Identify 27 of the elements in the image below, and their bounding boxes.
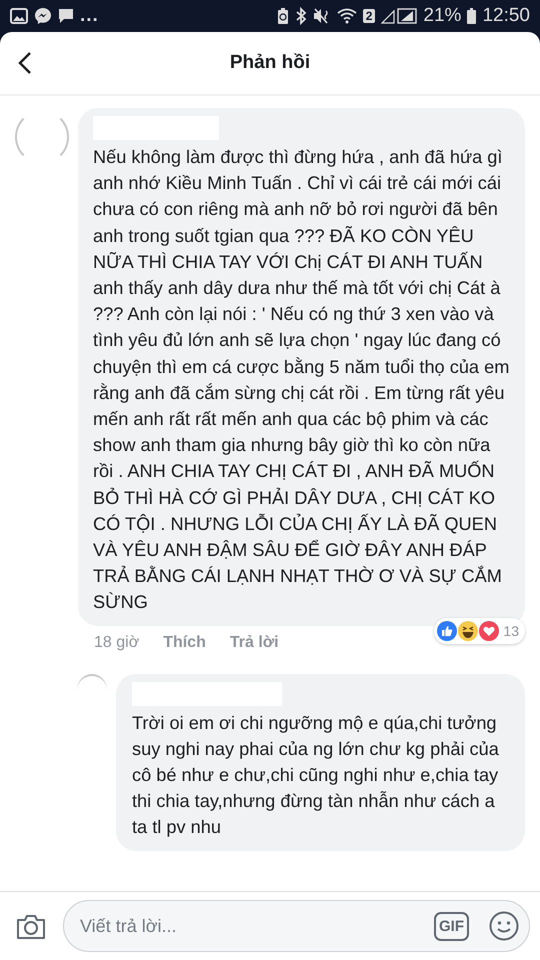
- comment-text: Nếu không làm được thì đừng hứa , anh đã hứa gì anh nhớ Kiều Minh Tuấn . Chỉ vì cái trẻ cái mới cái chưa có con riêng mà anh nỡ bỏ rơi người đã bên anh trong suốt tgian qua ??? ĐÃ KO CÒN YÊU NỮA THÌ CHIA TAY VỚI Chị CÁT ĐI ANH TUẤN anh thấy anh dây dưa như thế mà tốt với chị Cát à ??? Anh còn lại nói : ' Nếu có ng thứ 3 xen vào và tình yêu đủ lớn anh sẽ lựa chọn ' ngay lúc đang có chuyện thì em cá cược bằng 5 năm tuổi thọ của em rằng anh đã cắm sừng chị cát rồi . Em từng rất yêu mến anh rất rất mến anh qua các bộ phim và các show anh tham gia nhưng bây giờ thì ko còn nữa rồi . ANH CHIA TAY CHỊ CÁT ĐI , ANH ĐÃ MUỐN BỎ THÌ HÀ CỚ GÌ PHẢI DÂY DƯA , CHỊ CÁT KO CÓ TỘI . NHƯNG LỖI CỦA CHỊ ẤY LÀ ĐÃ QUEN VÀ YÊU ANH ĐẬM SÂU ĐỂ GIỜ ĐÂY ANH ĐÁP TRẢ BẰNG CÁI LẠNH NHẠT THỜ Ơ VÀ SỰ CẮM SỪNG: [93, 146, 510, 614]
- chat-icon: [58, 8, 74, 24]
- like-reaction-icon: [437, 620, 458, 641]
- battery-saver-icon: [276, 7, 289, 25]
- smiley-icon[interactable]: [489, 911, 519, 941]
- gif-button[interactable]: GIF: [434, 912, 469, 940]
- signal-icon: [381, 8, 418, 24]
- reply-text: Trời oi em ơi chi ngưỡng mộ e qúa,chi tưởng suy nghi nay phai của ng lớn chư kg phải của cô bé như e chư,chi cũng nghi như e,chia tay thi chia tay,nhưng đừng tàn nhẫn như cách a ta tl pv nhu: [132, 712, 500, 840]
- camera-icon[interactable]: [16, 912, 46, 940]
- reaction-summary[interactable]: 13: [434, 618, 525, 644]
- more-notifications: ...: [80, 5, 99, 27]
- heart-reaction-icon: [479, 620, 500, 641]
- bluetooth-icon: [294, 7, 307, 25]
- battery-icon: [467, 8, 476, 24]
- like-link[interactable]: Thích: [163, 634, 206, 652]
- clock: 12:50: [482, 5, 530, 27]
- sim-badge: 2: [362, 9, 376, 23]
- wifi-icon: [336, 8, 357, 24]
- battery-percent: 21%: [423, 5, 462, 27]
- messenger-icon: [34, 7, 52, 25]
- reply-input[interactable]: Viết trả lời... GIF: [63, 900, 530, 952]
- reply-link[interactable]: Trả lời: [230, 634, 279, 652]
- comment-time: 18 giờ: [94, 634, 140, 652]
- image-icon: [10, 8, 28, 24]
- reaction-count: 13: [503, 622, 519, 639]
- laughing-reaction-icon: [458, 620, 478, 641]
- page-title: Phản hồi: [230, 52, 310, 74]
